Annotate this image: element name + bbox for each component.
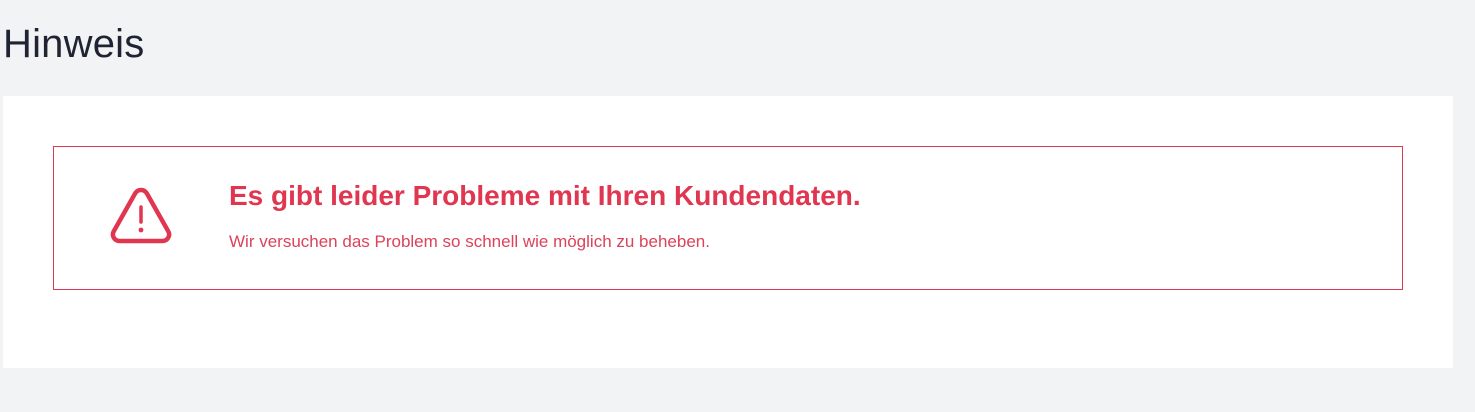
content-panel: Es gibt leider Probleme mit Ihren Kunden…	[3, 96, 1453, 368]
page-title: Hinweis	[3, 22, 145, 66]
alert-heading: Es gibt leider Probleme mit Ihren Kunden…	[229, 180, 861, 211]
warning-triangle-icon	[109, 185, 173, 247]
alert-message: Wir versuchen das Problem so schnell wie…	[229, 232, 710, 251]
error-alert: Es gibt leider Probleme mit Ihren Kunden…	[53, 146, 1403, 290]
